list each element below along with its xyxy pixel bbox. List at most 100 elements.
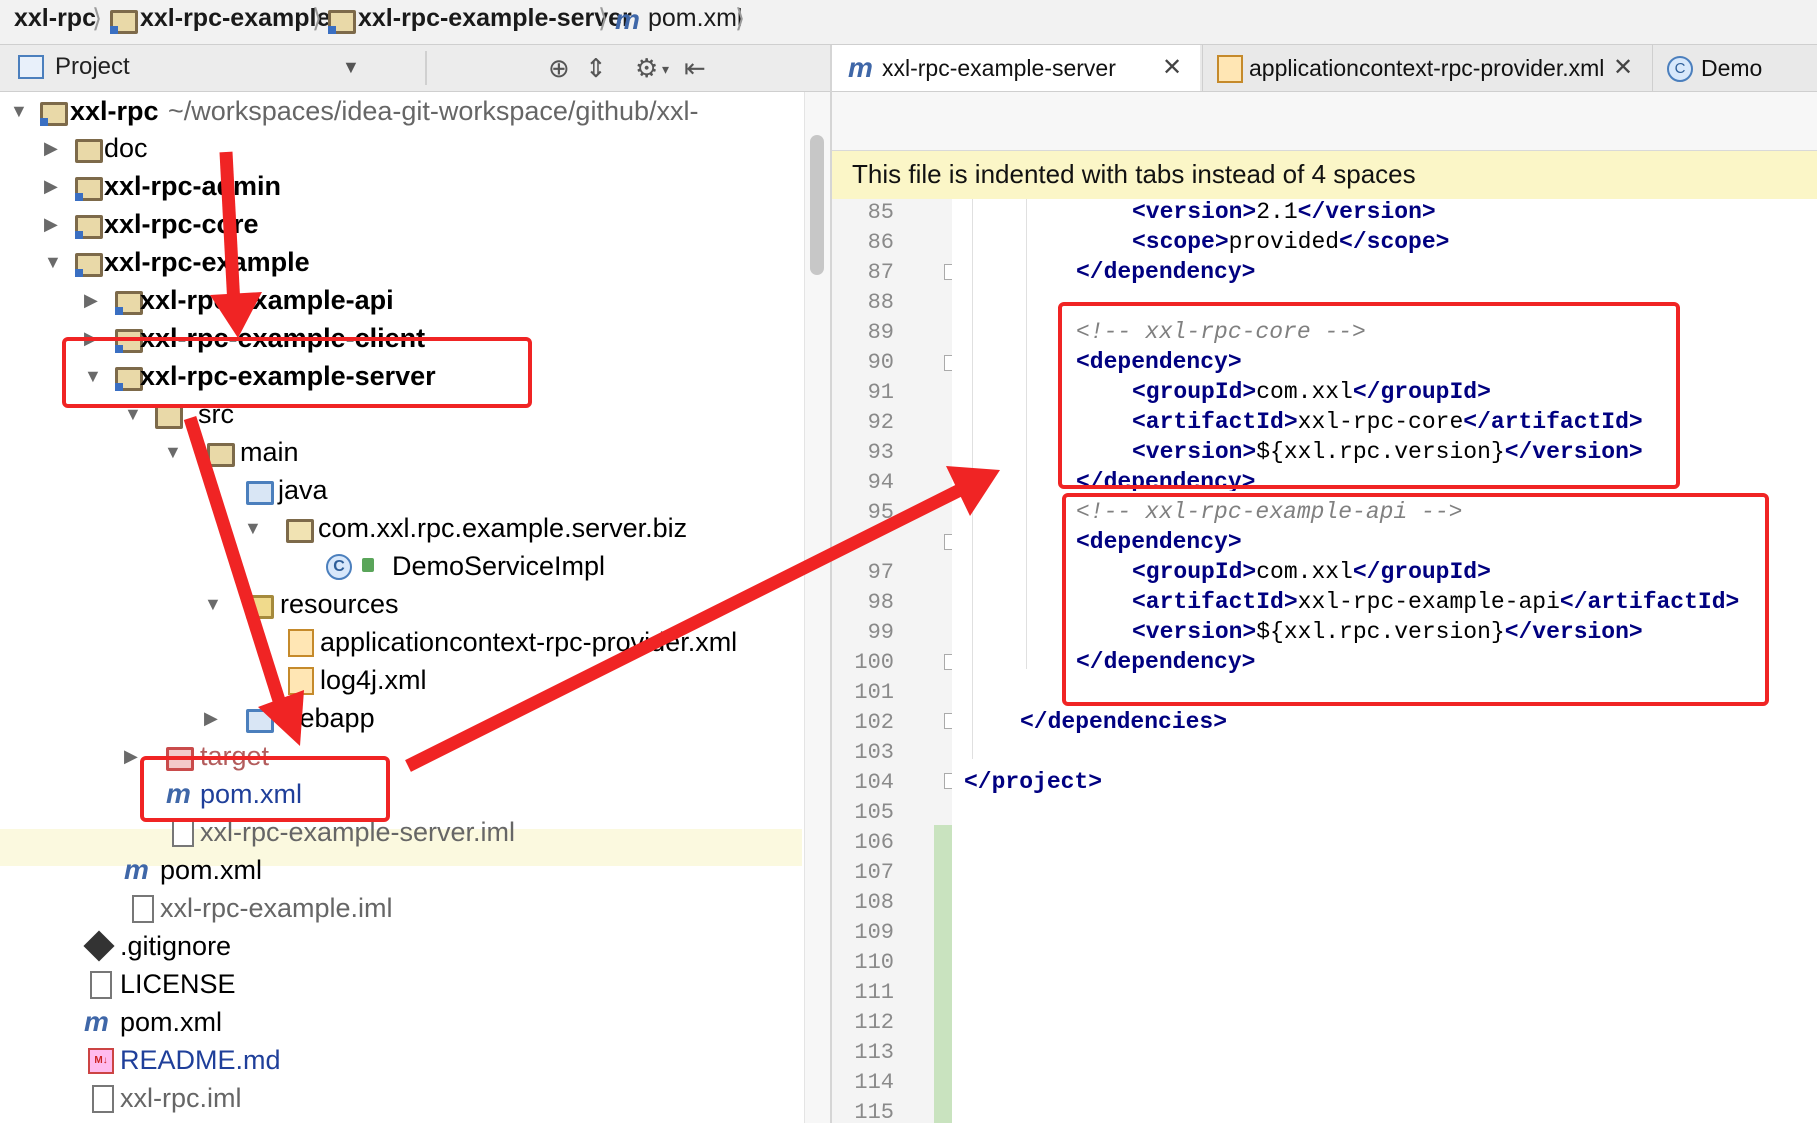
module-folder-icon bbox=[328, 10, 356, 34]
project-view-icon bbox=[18, 55, 44, 79]
chevron-down-icon[interactable]: ▼ bbox=[204, 585, 222, 623]
tree-item-label: xxl-rpc-example bbox=[104, 247, 310, 277]
close-icon[interactable]: ✕ bbox=[1613, 45, 1633, 91]
line-number: 107 bbox=[854, 860, 894, 885]
line-number: 94 bbox=[867, 470, 894, 495]
breadcrumb-separator: ⟩ bbox=[735, 3, 746, 33]
hide-icon[interactable]: ⇤ bbox=[684, 53, 706, 84]
locate-icon[interactable]: ⊕ bbox=[548, 53, 570, 84]
module-folder-icon bbox=[75, 253, 103, 277]
line-number: 115 bbox=[854, 1100, 894, 1125]
module-folder-icon bbox=[40, 102, 68, 126]
chevron-down-icon[interactable]: ▼ bbox=[244, 509, 262, 547]
project-panel-title[interactable]: Project bbox=[55, 53, 130, 81]
line-number: 85 bbox=[867, 200, 894, 225]
tab-label: Demo bbox=[1701, 55, 1763, 81]
annotation-box-core-dependency bbox=[1058, 302, 1680, 489]
chevron-right-icon[interactable]: ▶ bbox=[84, 281, 98, 319]
package-icon bbox=[286, 519, 314, 543]
tab-demo[interactable]: C Demo bbox=[1652, 45, 1817, 91]
folder-icon bbox=[207, 443, 235, 467]
chevron-right-icon[interactable]: ▶ bbox=[204, 699, 218, 737]
line-number: 92 bbox=[867, 410, 894, 435]
breadcrumb: xxl-rpc ⟩ xxl-rpc-example ⟩ xxl-rpc-exam… bbox=[0, 0, 1817, 45]
chevron-down-icon[interactable]: ▼ bbox=[44, 243, 62, 281]
line-number: 89 bbox=[867, 320, 894, 345]
project-tree: ▼ xxl-rpc ~/workspaces/idea-git-workspac… bbox=[0, 92, 802, 1123]
line-number: 108 bbox=[854, 890, 894, 915]
resources-folder-icon bbox=[246, 595, 274, 619]
gear-icon[interactable]: ⚙ bbox=[635, 53, 658, 84]
chevron-down-icon[interactable]: ▼ bbox=[342, 57, 360, 78]
line-number: 113 bbox=[854, 1040, 894, 1065]
vcs-change-marker[interactable] bbox=[934, 825, 952, 1123]
chevron-down-icon[interactable]: ▼ bbox=[10, 92, 28, 130]
lock-icon bbox=[362, 558, 374, 572]
tree-item-label: webapp bbox=[280, 703, 375, 733]
close-icon[interactable]: ✕ bbox=[1162, 45, 1182, 91]
tree-item-label: xxl-rpc-core bbox=[104, 209, 259, 239]
code-line-85: <version>2.1</version> bbox=[1132, 199, 1436, 225]
web-folder-icon bbox=[246, 709, 274, 733]
tab-app-context[interactable]: applicationcontext-rpc-provider.xml ✕ bbox=[1202, 45, 1648, 91]
breadcrumb-item-server[interactable]: xxl-rpc-example-server bbox=[358, 4, 632, 33]
tree-scrollbar-thumb[interactable] bbox=[810, 135, 824, 275]
tree-item-label: LICENSE bbox=[120, 969, 236, 999]
module-folder-icon bbox=[75, 215, 103, 239]
chevron-right-icon[interactable]: ▶ bbox=[44, 205, 58, 243]
tab-label: xxl-rpc-example-server bbox=[882, 55, 1116, 81]
code-line-87: </dependency> bbox=[1076, 259, 1256, 285]
toolbar-divider bbox=[425, 51, 427, 85]
chevron-right-icon[interactable]: ▶ bbox=[124, 737, 138, 775]
line-number: 114 bbox=[854, 1070, 894, 1095]
line-number: 103 bbox=[854, 740, 894, 765]
iml-file-icon bbox=[132, 895, 154, 923]
chevron-down-icon[interactable]: ▾ bbox=[662, 61, 669, 78]
code-line-102: </dependencies> bbox=[1020, 709, 1228, 735]
breadcrumb-separator: ⟩ bbox=[312, 3, 323, 33]
code-line-86: <scope>provided</scope> bbox=[1132, 229, 1450, 255]
line-number: 88 bbox=[867, 290, 894, 315]
chevron-right-icon[interactable]: ▶ bbox=[44, 129, 58, 167]
tree-item-label: applicationcontext-rpc-provider.xml bbox=[320, 627, 738, 657]
module-folder-icon bbox=[75, 177, 103, 201]
line-number: 105 bbox=[854, 800, 894, 825]
breadcrumb-separator: ⟩ bbox=[92, 3, 103, 33]
annotation-box-pom bbox=[140, 756, 390, 822]
tree-item-label: doc bbox=[104, 133, 148, 163]
text-file-icon bbox=[90, 971, 112, 999]
breadcrumb-item-example[interactable]: xxl-rpc-example bbox=[140, 4, 330, 33]
module-folder-icon bbox=[110, 10, 138, 34]
class-icon: C bbox=[326, 554, 352, 580]
line-number: 87 bbox=[867, 260, 894, 285]
code-line-104: </project> bbox=[964, 769, 1103, 795]
tree-item-root[interactable]: ▼ xxl-rpc ~/workspaces/idea-git-workspac… bbox=[0, 92, 800, 130]
line-number: 110 bbox=[854, 950, 894, 975]
maven-icon: m bbox=[848, 52, 873, 83]
annotation-box-server-module bbox=[62, 337, 532, 408]
breadcrumb-item-xxl-rpc[interactable]: xxl-rpc bbox=[14, 4, 96, 33]
line-number: 101 bbox=[854, 680, 894, 705]
iml-file-icon bbox=[92, 1085, 114, 1113]
chevron-down-icon[interactable]: ▼ bbox=[164, 433, 182, 471]
collapse-icon[interactable]: ⇕ bbox=[585, 53, 607, 84]
breadcrumb-item-pom[interactable]: pom.xml bbox=[648, 4, 742, 33]
folder-icon bbox=[75, 139, 103, 163]
breadcrumb-separator: ⟩ bbox=[598, 3, 609, 33]
chevron-down-icon[interactable]: ▼ bbox=[204, 471, 222, 509]
tree-item-label: pom.xml bbox=[160, 855, 263, 885]
project-panel-header: Project ▼ ⊕ ⇕ ⚙ ▾ ⇤ bbox=[0, 45, 835, 92]
line-number: 104 bbox=[854, 770, 894, 795]
spring-xml-icon bbox=[1217, 55, 1243, 83]
maven-icon: m bbox=[84, 1006, 109, 1037]
line-number: 112 bbox=[854, 1010, 894, 1035]
tree-item-label: main bbox=[240, 437, 299, 467]
tree-item-label: xxl-rpc.iml bbox=[120, 1083, 242, 1113]
folder-icon bbox=[155, 405, 183, 429]
line-number: 99 bbox=[867, 620, 894, 645]
tree-item-label: resources bbox=[280, 589, 399, 619]
tree-item-label: .gitignore bbox=[120, 931, 232, 961]
chevron-right-icon[interactable]: ▶ bbox=[44, 167, 58, 205]
line-number: 98 bbox=[867, 590, 894, 615]
tab-pom-xml[interactable]: m xxl-rpc-example-server ✕ bbox=[832, 45, 1200, 91]
